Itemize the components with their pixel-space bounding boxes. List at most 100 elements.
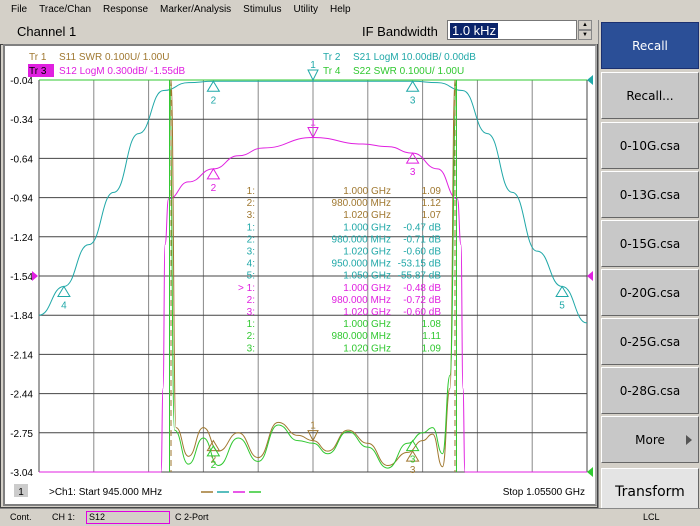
- marker-readout-frequency: 1.000 GHz: [343, 186, 391, 197]
- marker-readout-value: 1.09: [422, 343, 442, 354]
- softkey-label: Transform: [615, 484, 685, 500]
- menu-marker-analysis[interactable]: Marker/Analysis: [154, 4, 237, 15]
- channel-title: Channel 1: [17, 24, 77, 39]
- marker-readout-frequency: 1.050 GHz: [343, 271, 391, 282]
- if-bandwidth-label: IF Bandwidth: [362, 24, 438, 39]
- marker-readout-number: 5:: [247, 271, 255, 282]
- marker-readout-frequency: 950.000 MHz: [332, 259, 391, 270]
- channel-toolbar: Channel 1 IF Bandwidth 1.0 kHz ▲ ▼: [0, 18, 598, 44]
- marker-2-label: 2: [211, 460, 217, 471]
- softkey-0-25g-csa[interactable]: 0-25G.csa: [601, 318, 699, 365]
- marker-4-label: 4: [61, 300, 67, 311]
- spin-down-icon[interactable]: ▼: [578, 30, 592, 40]
- trace-2-label: Tr 2: [323, 52, 341, 63]
- trace-4-label: Tr 4: [323, 66, 341, 77]
- marker-readout-value: 1.11: [422, 331, 441, 342]
- marker-1-icon[interactable]: [307, 69, 319, 82]
- marker-readout-frequency: 980.000 MHz: [332, 295, 391, 306]
- softkey-label: 0-15G.csa: [619, 236, 681, 251]
- menu-bar: File Trace/Chan Response Marker/Analysis…: [0, 0, 700, 18]
- marker-readout-number: 3:: [247, 210, 255, 221]
- marker-2-icon[interactable]: [206, 167, 221, 180]
- marker-readout-value: 1.12: [422, 198, 442, 209]
- y-axis-tick-label: -0.34: [10, 115, 33, 126]
- marker-readout-number: 3:: [247, 307, 255, 318]
- marker-readout-number: 4:: [247, 259, 255, 270]
- status-active-parameter[interactable]: S12: [86, 511, 170, 524]
- status-sweep-mode: Cont.: [10, 512, 32, 522]
- menu-stimulus[interactable]: Stimulus: [237, 4, 287, 15]
- softkey-0-20g-csa[interactable]: 0-20G.csa: [601, 269, 699, 316]
- marker-readout-number: 2:: [247, 198, 255, 209]
- submenu-arrow-icon: [686, 435, 692, 445]
- status-remote: LCL: [643, 512, 660, 522]
- softkey-0-13g-csa[interactable]: 0-13G.csa: [601, 171, 699, 218]
- marker-readout-frequency: 1.020 GHz: [343, 307, 391, 318]
- marker-readout-value: 1.07: [422, 210, 442, 221]
- marker-readout-number: 2:: [247, 331, 255, 342]
- measurement-plot[interactable]: -0.04 -0.34 -0.64 -0.94 -1.24 -1.54 -1.84 -2.14…: [5, 46, 595, 504]
- softkey-label: 0-10G.csa: [619, 138, 681, 153]
- marker-readout-number: 2:: [247, 295, 255, 306]
- marker-readout-frequency: 1.000 GHz: [343, 319, 391, 330]
- menu-response[interactable]: Response: [97, 4, 154, 15]
- marker-readout-number: 1:: [247, 222, 255, 233]
- if-bandwidth-spinner[interactable]: ▲ ▼: [578, 20, 592, 40]
- marker-readout-value: 1.08: [422, 319, 442, 330]
- softkey-label: More: [635, 432, 665, 447]
- spin-up-icon[interactable]: ▲: [578, 20, 592, 30]
- marker-3-label: 3: [410, 465, 416, 476]
- marker-2-icon[interactable]: [206, 80, 221, 92]
- sweep-start: >Ch1: Start 945.000 MHz: [49, 487, 162, 498]
- marker-readout-number: 1:: [247, 319, 255, 330]
- marker-readout-number: 3:: [247, 247, 255, 258]
- marker-readout-frequency: 1.020 GHz: [343, 343, 391, 354]
- softkey-recall[interactable]: Recall: [601, 22, 699, 69]
- marker-2-label: 2: [211, 183, 217, 194]
- marker-readout-frequency: 980.000 MHz: [332, 331, 391, 342]
- marker-5-label: 5: [559, 300, 565, 311]
- softkey-more[interactable]: More: [601, 416, 699, 463]
- marker-readout-value: -53.15 dB: [398, 259, 442, 270]
- channel-number: 1: [18, 487, 24, 498]
- if-bandwidth-input[interactable]: 1.0 kHz: [447, 20, 577, 40]
- y-axis-tick-label: -0.94: [10, 194, 33, 205]
- marker-readout-value: -0.71 dB: [403, 234, 441, 245]
- marker-readout-number: 1:: [247, 186, 255, 197]
- softkey-recall[interactable]: Recall...: [601, 72, 699, 119]
- softkey-label: 0-28G.csa: [619, 383, 681, 398]
- reference-level-marker-icon: [587, 75, 593, 85]
- marker-readout-frequency: 1.000 GHz: [343, 283, 391, 294]
- softkey-panel: Recall Recall... 0-10G.csa 0-13G.csa 0-15G.c…: [598, 20, 700, 516]
- menu-utility[interactable]: Utility: [288, 4, 324, 15]
- menu-help[interactable]: Help: [324, 4, 357, 15]
- marker-readout-number: 3:: [247, 343, 255, 354]
- softkey-0-15g-csa[interactable]: 0-15G.csa: [601, 220, 699, 267]
- marker-1-label: 1: [310, 421, 316, 432]
- softkey-0-10g-csa[interactable]: 0-10G.csa: [601, 122, 699, 169]
- menu-trace-chan[interactable]: Trace/Chan: [33, 4, 97, 15]
- reference-position-marker-icon: [32, 271, 38, 281]
- marker-3-label: 3: [410, 455, 416, 466]
- marker-readout-value: -0.72 dB: [403, 295, 441, 306]
- marker-3-label: 3: [410, 95, 416, 106]
- softkey-0-28g-csa[interactable]: 0-28G.csa: [601, 367, 699, 414]
- status-calibration: C 2-Port: [175, 512, 209, 522]
- channel-window: -0.04 -0.34 -0.64 -0.94 -1.24 -1.54 -1.84 -2.14…: [3, 44, 597, 506]
- marker-3-icon[interactable]: [405, 80, 420, 92]
- trace-1-label: Tr 1: [29, 52, 47, 63]
- marker-1-label: 1: [310, 60, 316, 71]
- reference-level-marker-icon: [587, 271, 593, 281]
- menu-file[interactable]: File: [0, 4, 33, 15]
- y-axis-tick-label: -2.44: [10, 390, 33, 401]
- marker-readout-value: -0.47 dB: [403, 222, 441, 233]
- y-axis-tick-label: -1.54: [10, 272, 33, 283]
- y-axis-tick-label: -0.04: [10, 76, 33, 87]
- softkey-label: Recall...: [626, 88, 674, 103]
- y-axis-tick-label: -0.64: [10, 154, 33, 165]
- softkey-label: 0-25G.csa: [619, 334, 681, 349]
- marker-readout-value: -55.87 dB: [398, 271, 442, 282]
- marker-readout-value: 1.09: [422, 186, 442, 197]
- status-channel: CH 1:: [52, 512, 76, 522]
- marker-readout-frequency: 1.020 GHz: [343, 247, 391, 258]
